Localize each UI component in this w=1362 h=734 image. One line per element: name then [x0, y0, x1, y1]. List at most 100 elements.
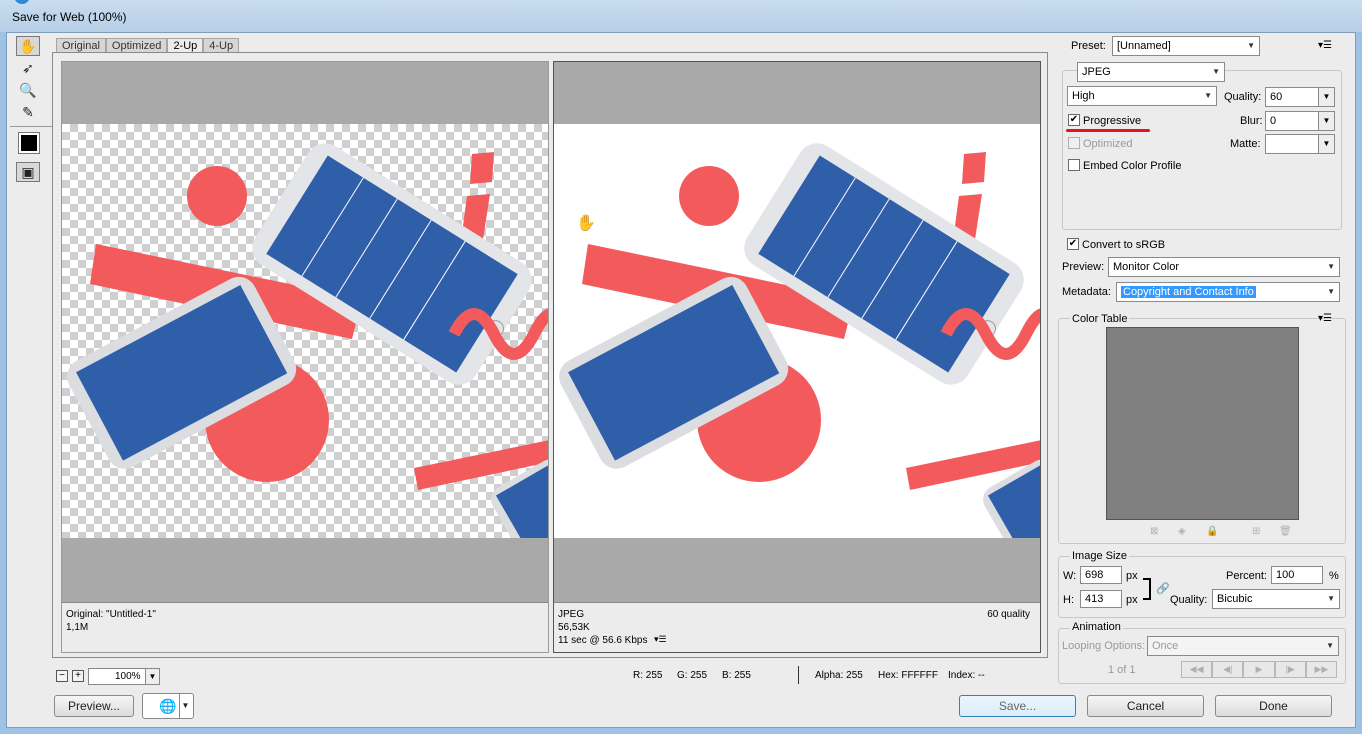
original-file-size: 1,1M [66, 622, 89, 633]
metadata-value: Copyright and Contact Info [1121, 286, 1256, 298]
zoom-level-select[interactable]: 100% ▼ [88, 667, 160, 685]
animation-controls: ◀◀ ◀| ▶ |▶ ▶▶ [1181, 661, 1338, 678]
artwork-transparent [67, 143, 548, 538]
preset-select[interactable]: [Unnamed] ▼ [1112, 36, 1260, 56]
width-input[interactable]: 698 [1080, 566, 1122, 584]
optimized-checkbox[interactable] [1068, 137, 1080, 149]
preset-value: [Unnamed] [1117, 40, 1171, 52]
tab-optimized[interactable]: Optimized [105, 38, 168, 52]
embed-color-profile-label: Embed Color Profile [1083, 160, 1182, 172]
lock-icon[interactable]: 🔒 [1206, 526, 1218, 537]
preview-button[interactable]: Preview... [54, 695, 134, 717]
chevron-down-icon: ▼ [1327, 287, 1335, 296]
canvas-margin-top [62, 62, 548, 124]
status-b: B: 255 [722, 670, 751, 681]
trash-icon[interactable]: 🗑 [1279, 526, 1292, 537]
optimized-info: JPEG 56,53K 11 sec @ 56.6 Kbps ▾☰ 60 qua… [554, 602, 1040, 652]
matte-select[interactable]: ▼ [1265, 134, 1335, 154]
progressive-checkbox[interactable]: ✔ [1068, 114, 1080, 126]
format-select[interactable]: JPEG ▼ [1077, 62, 1225, 82]
quality-preset-select[interactable]: High ▼ [1067, 86, 1217, 106]
eyedropper-color-swatch[interactable] [18, 132, 40, 154]
quality-preset-value: High [1072, 90, 1095, 102]
optimized-label: Optimized [1083, 138, 1133, 150]
chevron-down-icon: ▼ [1327, 594, 1335, 603]
chevron-down-icon: ▼ [1212, 67, 1220, 76]
web-shift-icon[interactable]: ◈ [1178, 526, 1186, 537]
tab-4-up[interactable]: 4-Up [203, 38, 240, 52]
resample-quality-select[interactable]: Bicubic ▼ [1212, 589, 1340, 609]
tab-2-up[interactable]: 2-Up [167, 38, 204, 52]
preview-in-browser-button[interactable]: 🌐 ▼ [142, 693, 194, 719]
tab-original[interactable]: Original [56, 38, 106, 52]
link-icon[interactable]: 🔗 [1156, 582, 1170, 595]
last-frame-icon[interactable]: ▶▶ [1305, 661, 1338, 678]
constrain-bracket [1143, 578, 1151, 600]
original-file-name: Original: "Untitled-1" [66, 609, 156, 620]
height-input[interactable]: 413 [1080, 590, 1122, 608]
percent-input[interactable]: 100 [1271, 566, 1323, 584]
cancel-button[interactable]: Cancel [1087, 695, 1204, 717]
resample-quality-value: Bicubic [1217, 593, 1253, 605]
chevron-down-icon: ▼ [1327, 262, 1335, 271]
optimize-menu-icon[interactable]: ▾☰ [1318, 40, 1332, 51]
preview-area: Original: "Untitled-1" 1,1M ✋ JPEG 56,53… [52, 52, 1048, 658]
color-table-title: Color Table [1070, 313, 1130, 325]
height-unit: px [1126, 594, 1138, 606]
original-image [62, 124, 548, 538]
window-title: Save for Web (100%) [12, 10, 127, 24]
status-r: R: 255 [633, 670, 663, 681]
optimized-file-size: 56,53K [558, 622, 590, 633]
new-color-icon[interactable]: ⊞ [1252, 526, 1260, 537]
chevron-down-icon: ▼ [1318, 88, 1334, 106]
done-button[interactable]: Done [1215, 695, 1332, 717]
zoom-icon[interactable]: 🔍 [16, 80, 40, 100]
blur-value: 0 [1270, 115, 1277, 127]
hand-tool-icon[interactable]: ✋ [16, 36, 40, 56]
canvas-margin-top [554, 62, 1040, 124]
zoom-out-button[interactable]: − [56, 670, 68, 682]
convert-srgb-checkbox[interactable]: ✔ [1067, 238, 1079, 250]
browser-globe-icon: 🌐 [159, 698, 177, 714]
download-speed-menu-icon[interactable]: ▾☰ [654, 634, 667, 645]
zoom-level-value: 100% [115, 670, 141, 682]
tool-column: ✋ ➶ 🔍 ✎ ▣ [10, 34, 54, 194]
status-hex: Hex: FFFFFF [878, 670, 938, 681]
download-time: 11 sec @ 56.6 Kbps [558, 635, 648, 646]
resample-quality-label: Quality: [1170, 594, 1208, 606]
tool-divider [10, 126, 54, 127]
original-pane[interactable]: Original: "Untitled-1" 1,1M [61, 61, 549, 653]
play-icon[interactable]: ▶ [1243, 661, 1275, 678]
color-table-menu-icon[interactable]: ▾☰ [1318, 313, 1332, 324]
quality-input[interactable]: 60 ▼ [1265, 87, 1335, 107]
image-size-title: Image Size [1070, 550, 1130, 562]
red-underline-annotation [1066, 129, 1150, 132]
app-icon [14, 0, 30, 4]
map-transparent-icon[interactable]: ⊠ [1150, 526, 1158, 537]
optimized-pane[interactable]: ✋ JPEG 56,53K 11 sec @ 56.6 Kbps ▾☰ 60 q… [553, 61, 1041, 653]
preview-value: Monitor Color [1113, 261, 1180, 273]
status-index: Index: -- [948, 670, 985, 681]
quality-label: Quality: [1224, 91, 1262, 103]
eyedropper-icon[interactable]: ✎ [16, 102, 40, 122]
next-frame-icon[interactable]: |▶ [1274, 661, 1306, 678]
frame-counter: 1 of 1 [1108, 664, 1136, 676]
toggle-slices-icon[interactable]: ▣ [16, 162, 40, 182]
chevron-down-icon: ▼ [1247, 41, 1255, 50]
looping-options-select[interactable]: Once ▼ [1147, 636, 1339, 656]
chevron-down-icon: ▼ [1318, 112, 1334, 130]
slice-select-icon[interactable]: ➶ [16, 58, 40, 78]
chevron-down-icon: ▼ [145, 668, 159, 684]
zoom-bar: − + 100% ▼ [56, 667, 160, 685]
first-frame-icon[interactable]: ◀◀ [1181, 661, 1213, 678]
matte-label: Matte: [1230, 138, 1261, 150]
metadata-select[interactable]: Copyright and Contact Info ▼ [1116, 282, 1340, 302]
save-button[interactable]: Save... [959, 695, 1076, 717]
chevron-down-icon: ▼ [1318, 135, 1334, 153]
width-label: W: [1063, 570, 1077, 582]
embed-color-profile-checkbox[interactable] [1068, 159, 1080, 171]
blur-input[interactable]: 0 ▼ [1265, 111, 1335, 131]
zoom-in-button[interactable]: + [72, 670, 84, 682]
previous-frame-icon[interactable]: ◀| [1212, 661, 1244, 678]
preview-select[interactable]: Monitor Color ▼ [1108, 257, 1340, 277]
